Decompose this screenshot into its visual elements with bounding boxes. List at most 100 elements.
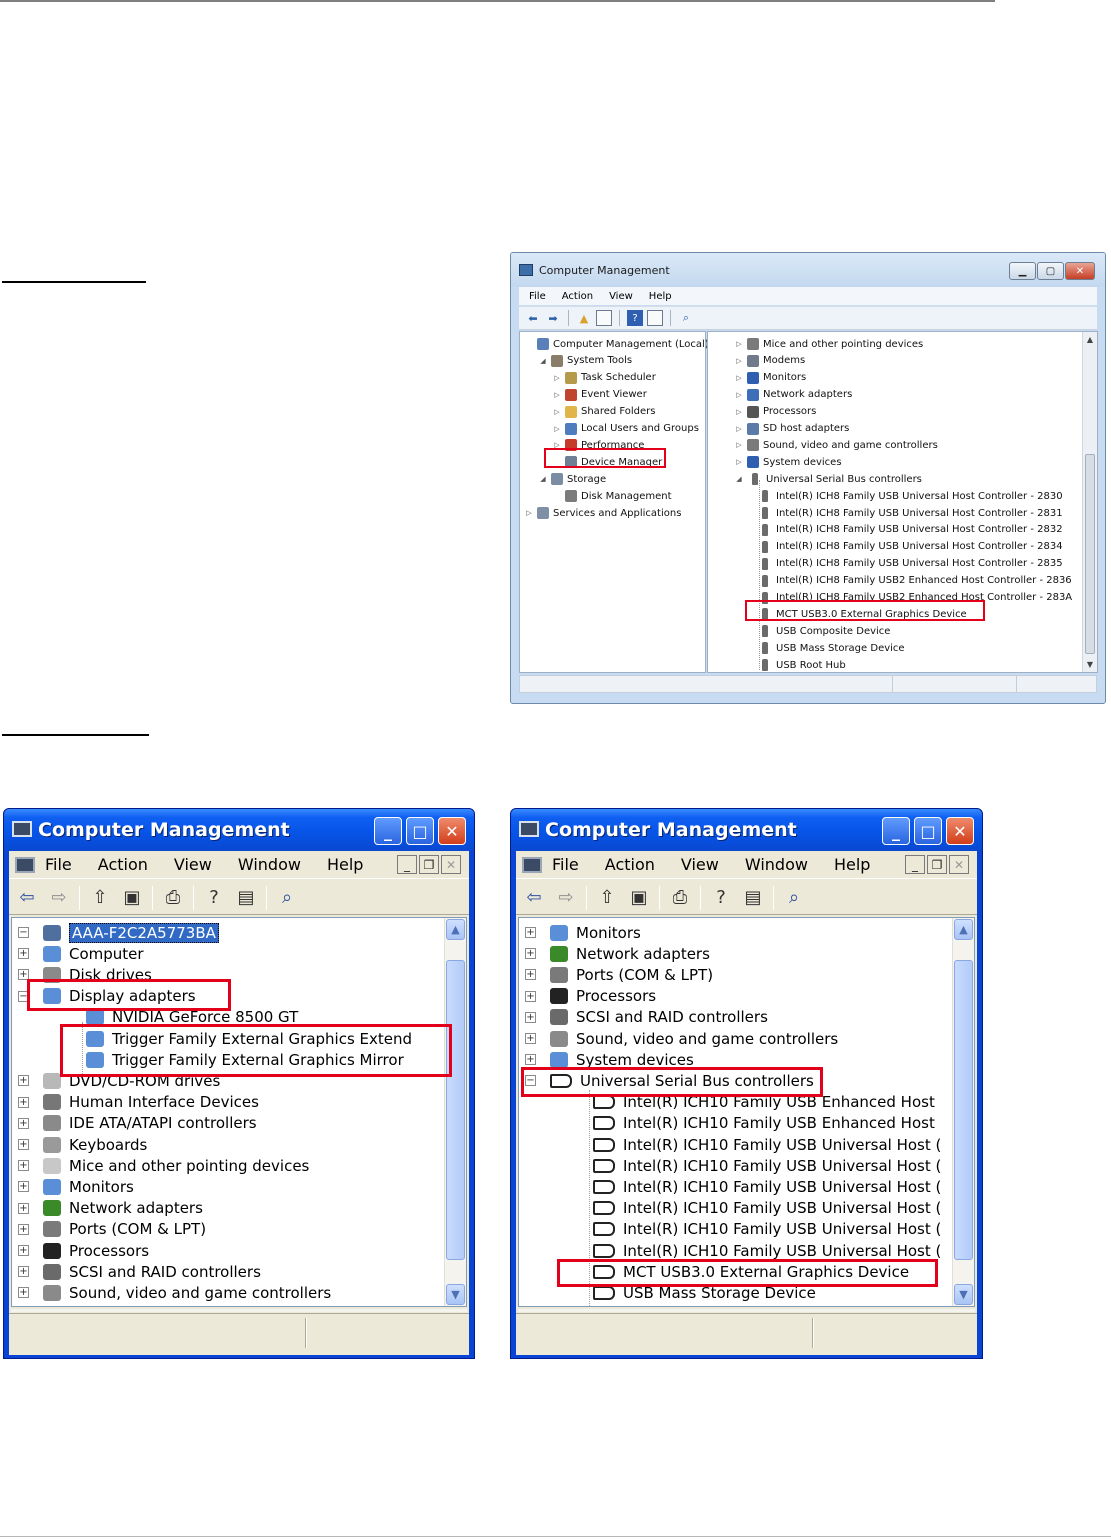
expand-box-icon[interactable]: + (18, 1223, 29, 1235)
device-item-intel-r-ich8-family-usb-universal-host-controller-2831[interactable]: Intel(R) ICH8 Family USB Universal Host … (754, 505, 1063, 521)
up-folder-icon[interactable]: ⇧ (88, 887, 112, 909)
device-category-mice-and-other-pointing-devices[interactable]: + Mice and other pointing devices (18, 1155, 309, 1176)
device-category-sound-video-and-game-controllers[interactable]: + Sound, video and game controllers (18, 1282, 331, 1303)
menu-action[interactable]: Action (98, 855, 148, 874)
tree-item-performance[interactable]: ▷ Performance (552, 437, 644, 453)
back-arrow-icon[interactable]: ⇦ (522, 887, 546, 909)
device-category-display-adapters[interactable]: − Display adapters (18, 986, 196, 1007)
expand-box-icon[interactable]: + (525, 969, 536, 981)
mdi-close-button[interactable]: ✕ (949, 855, 969, 874)
close-button[interactable]: ✕ (438, 817, 466, 845)
device-category-computer[interactable]: + Computer (18, 943, 144, 964)
help-icon[interactable]: ? (202, 887, 226, 909)
show-hide-action-pane-icon[interactable]: ▤ (741, 887, 765, 909)
close-button[interactable]: ✕ (946, 817, 974, 845)
menu-file[interactable]: File (45, 855, 72, 874)
show-hide-console-tree-icon[interactable] (596, 310, 612, 326)
title-bar[interactable]: Computer Management _ □ ✕ (511, 809, 982, 851)
collapsed-arrow-icon[interactable]: ▷ (552, 441, 562, 449)
device-category-system-devices[interactable]: ▷ System devices (734, 454, 842, 470)
maximize-button[interactable]: ▢ (1037, 262, 1064, 280)
scroll-up-arrow-icon[interactable]: ▲ (954, 919, 973, 940)
expand-box-icon[interactable]: + (18, 1181, 29, 1193)
show-hide-console-tree-icon[interactable]: ▣ (627, 887, 651, 909)
device-category-network-adapters[interactable]: + Network adapters (18, 1198, 203, 1219)
device-category-sd-host-adapters[interactable]: ▷ SD host adapters (734, 421, 849, 437)
expand-box-icon[interactable]: + (18, 1287, 29, 1299)
device-item-intel-r-ich10-family-usb-enhanced-host[interactable]: Intel(R) ICH10 Family USB Enhanced Host (593, 1113, 935, 1134)
device-item-intel-r-ich8-family-usb2-enhanced-host-controller-283a[interactable]: Intel(R) ICH8 Family USB2 Enhanced Host … (754, 590, 1072, 606)
menu-view[interactable]: View (681, 855, 719, 874)
device-category-ports-com-lpt[interactable]: + Ports (COM & LPT) (18, 1219, 206, 1240)
up-folder-icon[interactable]: ▲ (576, 310, 592, 326)
menu-view[interactable]: View (174, 855, 212, 874)
scroll-down-arrow-icon[interactable]: ▼ (1083, 657, 1097, 672)
device-item-intel-r-ich8-family-usb-universal-host-controller-2834[interactable]: Intel(R) ICH8 Family USB Universal Host … (754, 539, 1063, 555)
device-category-modems[interactable]: ▷ Modems (734, 353, 805, 369)
device-item-trigger-family-external-graphics-mirror[interactable]: Trigger Family External Graphics Mirror (86, 1049, 404, 1070)
computer-icon[interactable] (522, 856, 542, 873)
device-item-usb-composite-device[interactable]: USB Composite Device (754, 623, 890, 639)
minimize-button[interactable]: _ (882, 817, 910, 845)
forward-arrow-icon[interactable]: ➡ (545, 310, 561, 326)
show-hide-action-pane-icon[interactable] (647, 310, 663, 326)
device-category-network-adapters[interactable]: + Network adapters (525, 943, 710, 964)
collapsed-arrow-icon[interactable]: ▷ (552, 374, 562, 382)
device-category-universal-serial-bus-controllers[interactable]: ◢ Universal Serial Bus controllers (734, 471, 922, 487)
expanded-arrow-icon[interactable]: ◢ (538, 357, 548, 365)
up-folder-icon[interactable]: ⇧ (595, 887, 619, 909)
tree-item-storage[interactable]: ◢ Storage (538, 471, 606, 487)
collapsed-arrow-icon[interactable]: ▷ (734, 458, 744, 466)
device-category-processors[interactable]: + Processors (525, 986, 656, 1007)
mdi-close-button[interactable]: ✕ (441, 855, 461, 874)
collapsed-arrow-icon[interactable]: ▷ (552, 391, 562, 399)
expand-box-icon[interactable]: + (18, 1202, 29, 1214)
device-category-system-devices[interactable]: +System devices (18, 1304, 187, 1306)
menu-action[interactable]: Action (605, 855, 655, 874)
device-item-nvidia-geforce-8500-gt[interactable]: NVIDIA GeForce 8500 GT (86, 1007, 298, 1028)
device-item-intel-r-ich10-family-usb-enhanced-host[interactable]: Intel(R) ICH10 Family USB Enhanced Host (593, 1092, 935, 1113)
device-category-scsi-and-raid-controllers[interactable]: + SCSI and RAID controllers (525, 1007, 768, 1028)
device-category-network-adapters[interactable]: ▷ Network adapters (734, 387, 852, 403)
scan-hardware-icon[interactable]: ⌕ (678, 310, 694, 326)
vertical-scrollbar[interactable]: ▲ ▼ (444, 918, 466, 1306)
collapsed-arrow-icon[interactable]: ▷ (734, 408, 744, 416)
device-item-intel-r-ich10-family-usb-universal-host[interactable]: Intel(R) ICH10 Family USB Universal Host… (593, 1219, 941, 1240)
help-icon[interactable]: ? (709, 887, 733, 909)
device-category-dvd-cd-rom-drives[interactable]: + DVD/CD-ROM drives (18, 1070, 220, 1091)
show-hide-action-pane-icon[interactable]: ▤ (234, 887, 258, 909)
tree-item-event-viewer[interactable]: ▷ Event Viewer (552, 387, 647, 403)
device-category-scsi-and-raid-controllers[interactable]: + SCSI and RAID controllers (18, 1261, 261, 1282)
vertical-scrollbar[interactable]: ▲ ▼ (952, 918, 974, 1306)
device-item-intel-r-ich10-family-usb-universal-host[interactable]: Intel(R) ICH10 Family USB Universal Host… (593, 1134, 941, 1155)
device-item-trigger-family-external-graphics-extend[interactable]: Trigger Family External Graphics Extend (86, 1028, 412, 1049)
scan-hardware-icon[interactable]: ⌕ (275, 887, 299, 909)
collapsed-arrow-icon[interactable]: ▷ (734, 374, 744, 382)
expand-box-icon[interactable]: + (18, 1075, 29, 1087)
device-category-system-devices[interactable]: +System devices (525, 1049, 694, 1070)
device-item-intel-r-ich8-family-usb2-enhanced-host-controller-2836[interactable]: Intel(R) ICH8 Family USB2 Enhanced Host … (754, 573, 1072, 589)
scroll-up-arrow-icon[interactable]: ▲ (446, 919, 465, 940)
forward-arrow-icon[interactable]: ⇨ (554, 887, 578, 909)
tree-item-disk-management[interactable]: Disk Management (552, 488, 672, 504)
computer-icon[interactable] (15, 856, 35, 873)
print-icon[interactable]: ⎙ (668, 887, 692, 909)
device-category-monitors[interactable]: + Monitors (525, 922, 641, 943)
minimize-button[interactable]: _ (374, 817, 402, 845)
menu-file[interactable]: File (529, 291, 546, 302)
mdi-minimize-button[interactable]: _ (397, 855, 417, 874)
collapsed-arrow-icon[interactable]: ▷ (734, 340, 744, 348)
menu-window[interactable]: Window (238, 855, 301, 874)
device-item-intel-r-ich10-family-usb-universal-host[interactable]: Intel(R) ICH10 Family USB Universal Host… (593, 1240, 941, 1261)
menu-help[interactable]: Help (327, 855, 363, 874)
expand-box-icon[interactable]: + (18, 1139, 29, 1150)
tree-item-local-users-and-groups[interactable]: ▷ Local Users and Groups (552, 421, 699, 437)
device-item-usb-mass-storage-device[interactable]: USB Mass Storage Device (754, 640, 905, 656)
device-item-mct-usb3-0-external-graphics-device[interactable]: MCT USB3.0 External Graphics Device (754, 606, 967, 622)
maximize-button[interactable]: □ (406, 817, 434, 845)
expand-box-icon[interactable]: + (525, 1011, 536, 1023)
collapse-box-icon[interactable]: − (18, 990, 29, 1002)
collapsed-arrow-icon[interactable]: ▷ (734, 357, 744, 365)
device-category-disk-drives[interactable]: + Disk drives (18, 964, 152, 985)
back-arrow-icon[interactable]: ⇦ (15, 887, 39, 909)
